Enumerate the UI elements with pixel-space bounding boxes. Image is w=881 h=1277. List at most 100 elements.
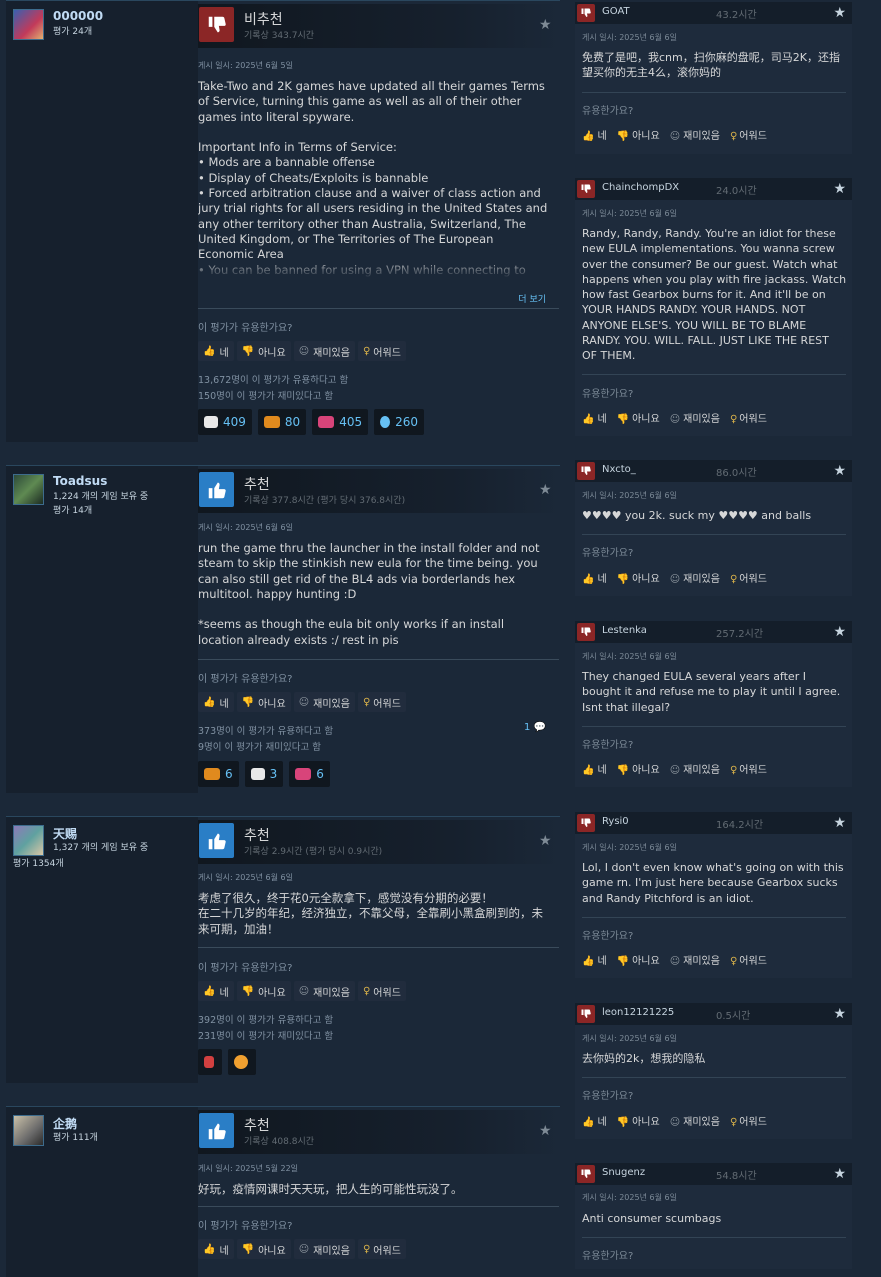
star-icon[interactable]: ★ — [833, 181, 846, 197]
award-button[interactable]: ♀ 어워드 — [730, 1113, 767, 1128]
side-reviewer-name[interactable]: Nxcto_ — [602, 464, 636, 475]
helpful-no-button[interactable]: 👎 아니요 — [236, 341, 291, 361]
side-reviewer-name[interactable]: GOAT — [602, 6, 630, 17]
side-review-header[interactable]: Rysi0 164.2시간 ★ — [575, 812, 852, 834]
side-reviewer-name[interactable]: Rysi0 — [602, 816, 629, 827]
reviewer-info: 평가 24개 — [53, 27, 93, 37]
star-icon[interactable]: ★ — [833, 1166, 846, 1182]
funny-button[interactable]: ☺ 재미있음 — [670, 761, 720, 776]
reviewer-name[interactable]: 天赐 — [53, 825, 77, 842]
helpful-no-button[interactable]: 👎 아니요 — [617, 761, 660, 776]
award-item[interactable]: 80 — [257, 409, 307, 435]
award-item[interactable]: 6 — [198, 761, 239, 787]
helpful-yes-button[interactable]: 👍 네 — [582, 952, 607, 967]
funny-button[interactable]: ☺ 재미있음 — [293, 692, 355, 712]
funny-button[interactable]: ☺ 재미있음 — [670, 570, 720, 585]
vote-title: 추천 — [244, 1118, 270, 1134]
helpful-no-button[interactable]: 👎 아니요 — [236, 981, 291, 1001]
star-icon[interactable]: ★ — [539, 1124, 553, 1138]
avatar[interactable] — [13, 9, 44, 40]
side-reviewer-name[interactable]: ChainchompDX — [602, 182, 679, 193]
star-icon[interactable]: ★ — [833, 624, 846, 640]
helpful-yes-button[interactable]: 👍 네 — [582, 410, 607, 425]
side-review-header[interactable]: Nxcto_ 86.0시간 ★ — [575, 460, 852, 482]
award-item[interactable]: 6 — [289, 761, 330, 787]
side-review-header[interactable]: Lestenka 257.2시간 ★ — [575, 621, 852, 643]
vote-header[interactable]: 추천 기록상 377.8시간 (평가 당시 376.8시간) ★ — [198, 469, 560, 513]
divider — [582, 726, 846, 727]
award-button[interactable]: ♀ 어워드 — [730, 127, 767, 142]
side-reviewer-name[interactable]: leon12121225 — [602, 1007, 674, 1018]
award-item[interactable]: 260 — [374, 409, 424, 435]
award-item[interactable] — [228, 1049, 256, 1075]
award-item[interactable]: 3 — [244, 761, 284, 787]
helpful-yes-button[interactable]: 👍 네 — [198, 1239, 234, 1259]
funny-button[interactable]: ☺ 재미있음 — [670, 952, 720, 967]
side-reviewer-name[interactable]: Snugenz — [602, 1167, 645, 1178]
star-icon[interactable]: ★ — [833, 1006, 846, 1022]
side-review-header[interactable]: GOAT 43.2시간 ★ — [575, 2, 852, 24]
side-reviewer-name[interactable]: Lestenka — [602, 625, 647, 636]
award-button[interactable]: ♀ 어워드 — [730, 952, 767, 967]
yes-label: 네 — [219, 987, 229, 999]
award-item[interactable]: 405 — [312, 409, 369, 435]
award-button[interactable]: ♀ 어워드 — [357, 981, 406, 1001]
helpful-no-button[interactable]: 👎 아니요 — [236, 692, 291, 712]
side-review-header[interactable]: ChainchompDX 24.0시간 ★ — [575, 178, 852, 200]
helpful-no-button[interactable]: 👎 아니요 — [617, 127, 660, 142]
reviewer-name[interactable]: Toadsus — [53, 474, 107, 488]
helpful-yes-button[interactable]: 👍 네 — [582, 127, 607, 142]
read-more-link[interactable]: 더 보기 — [518, 292, 546, 305]
star-icon[interactable]: ★ — [833, 463, 846, 479]
no-label: 아니요 — [258, 987, 286, 999]
vote-header[interactable]: 비추천 기록상 343.7시간 ★ — [198, 4, 560, 48]
hours-played: 기록상 2.9시간 (평가 당시 0.9시간) — [244, 847, 383, 857]
funny-button[interactable]: ☺ 재미있음 — [670, 127, 720, 142]
award-button[interactable]: ♀ 어워드 — [730, 570, 767, 585]
funny-button[interactable]: ☺ 재미있음 — [670, 410, 720, 425]
vote-header[interactable]: 추천 기록상 408.8시간 ★ — [198, 1110, 560, 1154]
side-hours: 257.2시간 — [716, 629, 764, 640]
avatar[interactable] — [13, 474, 44, 505]
star-icon[interactable]: ★ — [833, 5, 846, 21]
funny-button[interactable]: ☺ 재미있음 — [670, 1113, 720, 1128]
funny-button[interactable]: ☺ 재미있음 — [293, 1239, 355, 1259]
side-review-header[interactable]: Snugenz 54.8시간 ★ — [575, 1163, 852, 1185]
vote-header[interactable]: 추천 기록상 2.9시간 (평가 당시 0.9시간) ★ — [198, 820, 560, 864]
award-button[interactable]: ♀ 어워드 — [357, 692, 406, 712]
award-button[interactable]: ♀ 어워드 — [357, 341, 406, 361]
award-item[interactable] — [198, 1049, 222, 1075]
award-button[interactable]: ♀ 어워드 — [730, 761, 767, 776]
comment-count[interactable]: 1 💬 — [524, 722, 546, 733]
thumbs-down-icon: 👎 — [616, 765, 630, 776]
award-item[interactable]: 409 — [198, 409, 252, 435]
vote-buttons: 👍 네 👎 아니요 ☺ 재미있음 ♀ 어워드 — [198, 981, 406, 1001]
helpful-no-button[interactable]: 👎 아니요 — [617, 410, 660, 425]
reviewer-name[interactable]: 000000 — [53, 9, 103, 23]
star-icon[interactable]: ★ — [539, 834, 553, 848]
star-icon[interactable]: ★ — [539, 18, 553, 32]
helpful-no-button[interactable]: 👎 아니요 — [617, 952, 660, 967]
helpful-no-button[interactable]: 👎 아니요 — [617, 1113, 660, 1128]
side-review-header[interactable]: leon12121225 0.5시간 ★ — [575, 1003, 852, 1025]
helpful-no-button[interactable]: 👎 아니요 — [236, 1239, 291, 1259]
star-icon[interactable]: ★ — [833, 815, 846, 831]
avatar[interactable] — [13, 825, 44, 856]
thumbs-down-icon: 👎 — [241, 985, 255, 997]
reviewer-name[interactable]: 企鹅 — [53, 1115, 77, 1132]
helpful-yes-button[interactable]: 👍 네 — [198, 341, 234, 361]
side-review-text: 去你妈的2k，想我的隐私 — [582, 1052, 706, 1065]
helpful-yes-button[interactable]: 👍 네 — [198, 981, 234, 1001]
funny-button[interactable]: ☺ 재미있음 — [293, 341, 355, 361]
avatar[interactable] — [13, 1115, 44, 1146]
helpful-yes-button[interactable]: 👍 네 — [582, 761, 607, 776]
helpful-yes-button[interactable]: 👍 네 — [582, 1113, 607, 1128]
helpful-yes-button[interactable]: 👍 네 — [582, 570, 607, 585]
star-icon[interactable]: ★ — [539, 483, 553, 497]
helpful-yes-button[interactable]: 👍 네 — [198, 692, 234, 712]
no-label: 아니요 — [632, 956, 660, 967]
award-button[interactable]: ♀ 어워드 — [730, 410, 767, 425]
award-button[interactable]: ♀ 어워드 — [357, 1239, 406, 1259]
funny-button[interactable]: ☺ 재미있음 — [293, 981, 355, 1001]
helpful-no-button[interactable]: 👎 아니요 — [617, 570, 660, 585]
